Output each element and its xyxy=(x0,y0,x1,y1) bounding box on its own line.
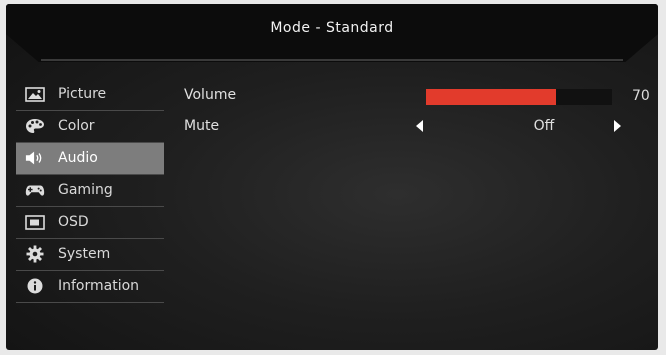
gear-icon xyxy=(25,245,45,263)
palette-icon xyxy=(25,118,45,134)
speaker-icon xyxy=(25,150,45,166)
volume-label: Volume xyxy=(184,87,237,103)
sidebar-item-label: Picture xyxy=(58,86,107,102)
mute-label: Mute xyxy=(184,118,220,134)
picture-icon xyxy=(25,86,45,102)
sidebar-item-system[interactable]: System xyxy=(16,239,164,271)
sidebar-item-osd[interactable]: OSD xyxy=(16,207,164,239)
sidebar-item-color[interactable]: Color xyxy=(16,111,164,143)
mute-value: Off xyxy=(533,118,555,134)
volume-slider[interactable] xyxy=(426,89,612,105)
osd-menu: Mode - Standard Picture Color Audio Gami… xyxy=(6,4,658,350)
sidebar-item-label: OSD xyxy=(58,214,89,230)
page-title: Mode - Standard xyxy=(270,20,394,36)
sidebar-item-audio[interactable]: Audio xyxy=(16,143,164,175)
sidebar-item-label: Information xyxy=(58,278,140,294)
info-icon xyxy=(25,278,45,294)
volume-row: Volume 70 xyxy=(184,84,654,108)
sidebar-item-label: Audio xyxy=(58,150,98,166)
arrow-right-icon[interactable] xyxy=(614,120,621,132)
gamepad-icon xyxy=(25,182,45,198)
volume-value: 70 xyxy=(632,88,650,104)
volume-slider-fill xyxy=(426,89,557,105)
sidebar-item-picture[interactable]: Picture xyxy=(16,79,164,111)
header-divider xyxy=(41,59,623,61)
sidebar-item-information[interactable]: Information xyxy=(16,271,164,303)
osd-icon xyxy=(25,214,45,230)
sidebar-item-label: System xyxy=(58,246,111,262)
sidebar-item-label: Gaming xyxy=(58,182,113,198)
mute-row: Mute Off xyxy=(184,115,654,139)
arrow-left-icon[interactable] xyxy=(416,120,423,132)
sidebar-item-gaming[interactable]: Gaming xyxy=(16,175,164,207)
sidebar-item-label: Color xyxy=(58,118,95,134)
sidebar: Picture Color Audio Gaming OSD System In… xyxy=(16,79,164,303)
